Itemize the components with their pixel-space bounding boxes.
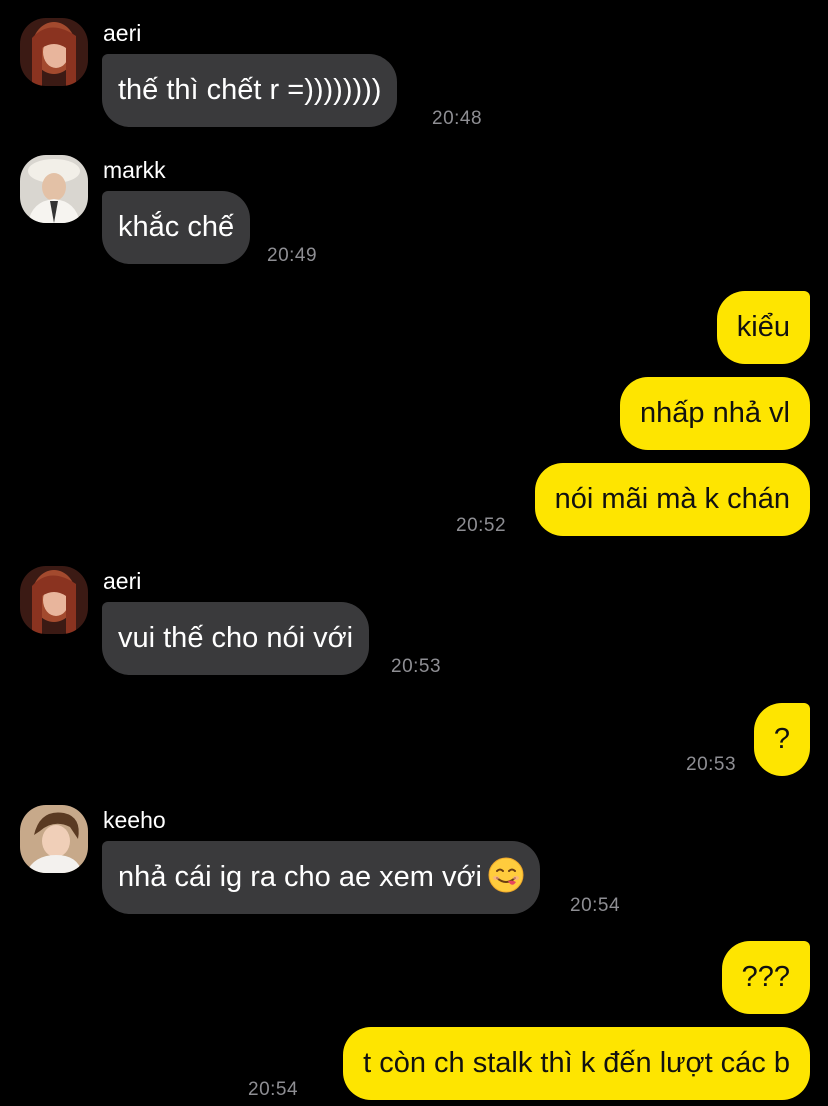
avatar-photo-icon	[20, 18, 88, 86]
savoring-face-emoji-icon	[488, 857, 524, 893]
message-bubble-outgoing[interactable]: nói mãi mà k chán	[534, 463, 810, 536]
message-bubble[interactable]: thế thì chết r =))))))))	[102, 54, 398, 127]
message-text: nhả cái ig ra cho ae xem với	[118, 861, 482, 893]
message-timestamp: 20:53	[391, 656, 442, 677]
avatar-keeho[interactable]	[20, 805, 88, 873]
chat-thread[interactable]: aeri thế thì chết r =)))))))) 20:48 mark…	[0, 0, 828, 1106]
avatar-photo-icon	[20, 805, 88, 873]
avatar-aeri[interactable]	[20, 566, 88, 634]
message-bubble-outgoing[interactable]: nhấp nhả vl	[620, 377, 810, 450]
message-timestamp: 20:48	[432, 108, 483, 129]
message-timestamp: 20:53	[686, 754, 737, 775]
message-timestamp: 20:54	[248, 1079, 299, 1100]
message-bubble[interactable]: khắc chế	[102, 191, 251, 264]
sender-name: aeri	[103, 20, 142, 46]
avatar-photo-icon	[20, 155, 88, 223]
message-bubble[interactable]: vui thế cho nói với	[102, 602, 370, 675]
avatar-photo-icon	[20, 566, 88, 634]
message-timestamp: 20:54	[570, 895, 621, 916]
avatar-aeri[interactable]	[20, 18, 88, 86]
message-timestamp: 20:49	[267, 245, 318, 266]
message-bubble-outgoing[interactable]: kiểu	[716, 291, 810, 364]
message-bubble-outgoing[interactable]: ?	[753, 703, 810, 776]
sender-name: markk	[103, 157, 166, 183]
avatar-markk[interactable]	[20, 155, 88, 223]
message-bubble-outgoing[interactable]: ???	[721, 941, 810, 1014]
sender-name: aeri	[103, 568, 142, 594]
message-bubble[interactable]: nhả cái ig ra cho ae xem với	[102, 841, 540, 914]
sender-name: keeho	[103, 807, 166, 833]
message-bubble-outgoing[interactable]: t còn ch stalk thì k đến lượt các b	[343, 1027, 810, 1100]
message-timestamp: 20:52	[456, 515, 507, 536]
